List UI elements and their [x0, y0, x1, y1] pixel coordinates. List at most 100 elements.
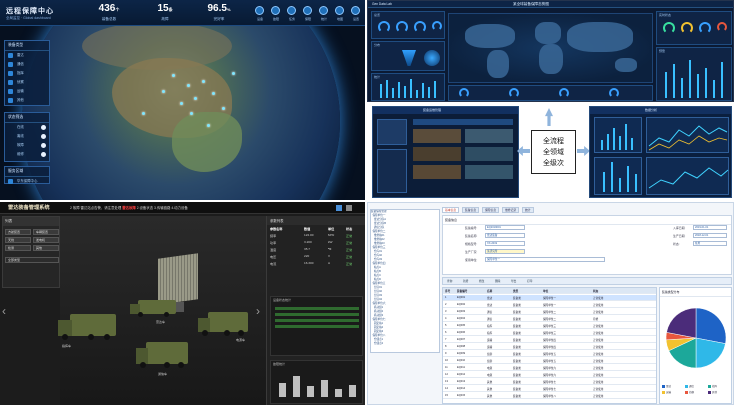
tab-stats[interactable]: 统计 [522, 207, 534, 213]
status-toggle[interactable]: 离线 [5, 132, 49, 141]
generator-button[interactable]: 发电机 [33, 237, 59, 243]
vehicle[interactable] [130, 300, 176, 317]
map-icon[interactable] [335, 6, 344, 15]
table-row[interactable]: 6 EQ006 指挥 装备类 保障单位三 正常使用 [443, 330, 656, 336]
production-date-field[interactable]: 2018-12-01 [693, 233, 727, 238]
support-icon[interactable] [303, 6, 312, 15]
delete-button[interactable]: 删除 [493, 279, 502, 284]
status-toggle[interactable]: 故障 [5, 141, 49, 150]
table-row[interactable]: 温度 35.7 ℃ 正常 [270, 247, 364, 253]
manufacturer-field[interactable]: 某研究所 [485, 249, 525, 254]
site-marker[interactable] [222, 107, 225, 110]
tab-basic[interactable]: 基本信息 [442, 207, 460, 213]
table-row[interactable]: 电流 16.300 A 正常 [270, 261, 364, 267]
pie-slice[interactable] [695, 307, 727, 344]
table-row[interactable]: 11 EQ011 电源 装备类 保障单位六 正常使用 [443, 365, 656, 371]
table-row[interactable]: 5 EQ005 指挥 装备类 保障单位三 正常使用 [443, 323, 656, 329]
add-button[interactable]: 新增 [461, 279, 470, 284]
3d-scene[interactable]: ‹ 指挥车 雷达车 电源车 通信车 › [2, 216, 266, 405]
toggle-switch[interactable] [41, 143, 46, 148]
bar[interactable] [279, 383, 286, 397]
site-marker[interactable] [194, 97, 197, 100]
tree-node[interactable]: 仓储点2 [371, 342, 439, 346]
site-marker[interactable] [142, 112, 145, 115]
site-marker[interactable] [180, 102, 183, 105]
table-row[interactable]: 7 EQ007 运输 装备类 保障单位四 正常使用 [443, 337, 656, 343]
gear-icon[interactable] [351, 6, 360, 15]
site-marker[interactable] [172, 74, 175, 77]
chevron-right-icon[interactable]: › [256, 304, 260, 318]
analytics-dashboard-thumb[interactable]: 数据分析 [589, 106, 732, 198]
table-row[interactable]: 13 EQ013 其他 装备类 保障单位七 正常使用 [443, 379, 656, 385]
column-header[interactable]: 序号 [445, 289, 450, 293]
table-row[interactable]: 4 EQ004 通信 装备类 保障单位二 待修 [443, 316, 656, 322]
filter-item[interactable]: 运输 [5, 87, 49, 96]
inspect-button[interactable]: 检测 [5, 245, 31, 251]
tab-repair[interactable]: 维修记录 [502, 207, 520, 213]
site-marker[interactable] [187, 84, 190, 87]
print-button[interactable]: 打印 [525, 279, 534, 284]
table-row[interactable]: 14 EQ014 其他 装备类 保障单位七 正常使用 [443, 386, 656, 392]
table-row[interactable]: 1 EQ001 雷达 装备类 保障单位一 正常使用 [443, 295, 656, 301]
toggle-switch[interactable] [41, 134, 46, 139]
globe[interactable] [22, 0, 340, 200]
type-select[interactable]: 全部类型 [5, 257, 59, 263]
status-toggle[interactable]: 在线 [5, 123, 49, 132]
vehicle-button[interactable]: 车辆装置 [33, 229, 59, 235]
site-marker[interactable] [190, 112, 193, 115]
site-marker[interactable] [162, 90, 165, 93]
table-row[interactable]: 电压 220 V 正常 [270, 254, 364, 260]
menu-icon[interactable] [346, 205, 352, 211]
export-button[interactable]: 导出 [509, 279, 518, 284]
filter-item[interactable]: 雷达 [5, 51, 49, 60]
column-header[interactable]: 装备编号 [457, 289, 467, 293]
org-tree[interactable]: 装备保障管理 保障单位一 雷达分队A 雷达分队B 通信分队 保障单位二 维修站0… [370, 209, 440, 353]
site-marker[interactable] [202, 80, 205, 83]
table-row[interactable]: 功率 3.200 kW 正常 [270, 240, 364, 246]
stock-date-field[interactable]: 2019-01-01 [693, 225, 727, 230]
ops-dashboard-thumb[interactable]: 装备运维管理 [372, 106, 519, 198]
device-icon[interactable] [255, 6, 264, 15]
tab-equipment[interactable]: 装备信息 [462, 207, 480, 213]
radar-antenna[interactable] [158, 253, 198, 305]
vehicle[interactable] [58, 314, 116, 340]
filter-item[interactable]: 其他 [5, 96, 49, 105]
search-button[interactable]: 查询 [445, 279, 454, 284]
column-header[interactable]: 状态 [593, 289, 598, 293]
filter-item[interactable]: 侦察 [5, 78, 49, 87]
equipment-name-field[interactable]: 雷达装备 [485, 233, 525, 238]
pie-chart[interactable] [660, 298, 733, 378]
toggle-switch[interactable] [41, 152, 46, 157]
table-row[interactable]: 8 EQ008 运输 装备类 保障单位四 正常使用 [443, 344, 656, 350]
fault-icon[interactable] [271, 6, 280, 15]
site-marker[interactable] [232, 72, 235, 75]
equipment-id-field[interactable]: EQ2019001 [485, 225, 525, 230]
world-map[interactable] [448, 13, 653, 83]
other-button[interactable]: 其他 [33, 245, 59, 251]
task-icon[interactable] [287, 6, 296, 15]
table-row[interactable]: 2 EQ002 雷达 装备类 保障单位一 正常使用 [443, 302, 656, 308]
table-row[interactable]: 15 EQ015 其他 装备类 保障单位八 正常使用 [443, 393, 656, 399]
table-row[interactable]: 10 EQ010 侦察 装备类 保障单位五 正常使用 [443, 358, 656, 364]
chevron-left-icon[interactable]: ‹ [2, 304, 6, 318]
toggle-switch[interactable] [41, 125, 46, 130]
unit-field[interactable]: 保障单位一 [485, 257, 605, 262]
column-header[interactable]: 类型 [513, 289, 518, 293]
bar[interactable] [335, 389, 342, 397]
column-header[interactable]: 单位 [543, 289, 548, 293]
table-row[interactable]: 频率 122.00 MHz 正常 [270, 233, 364, 239]
bar[interactable] [293, 376, 300, 397]
table-row[interactable]: 3 EQ003 通信 装备类 保障单位二 正常使用 [443, 309, 656, 315]
model-field[interactable]: XX-2019 [485, 241, 525, 246]
area-item[interactable]: 华东保障中心 [5, 177, 49, 186]
vehicle[interactable] [198, 312, 248, 336]
antenna-button[interactable]: 天线 [5, 237, 31, 243]
cabin-button[interactable]: 方舱装置 [5, 229, 31, 235]
edit-button[interactable]: 修改 [477, 279, 486, 284]
site-marker[interactable] [207, 124, 210, 127]
status-field[interactable]: 在用 [693, 241, 727, 246]
filter-item[interactable]: 通信 [5, 60, 49, 69]
settings-icon[interactable] [336, 205, 342, 211]
tab-support[interactable]: 保障信息 [482, 207, 500, 213]
table-row[interactable]: 9 EQ009 侦察 装备类 保障单位五 正常使用 [443, 351, 656, 357]
